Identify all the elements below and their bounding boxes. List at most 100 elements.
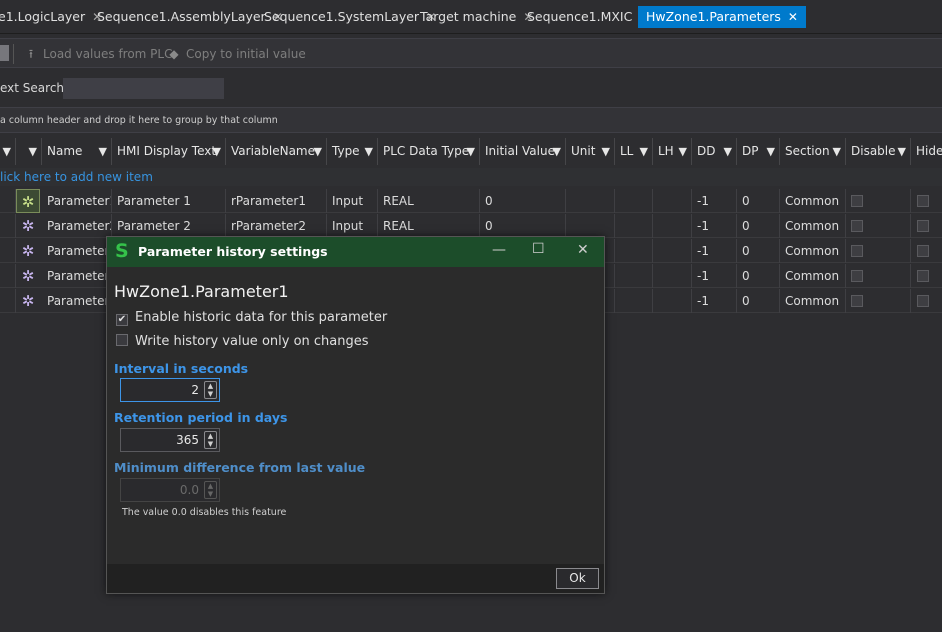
cell-initial[interactable]: 0: [480, 214, 566, 238]
tab-assemblylayer[interactable]: Sequence1.AssemblyLayer ✕: [97, 6, 283, 28]
hide-checkbox[interactable]: [917, 270, 929, 282]
cell-plc-type[interactable]: REAL: [378, 214, 480, 238]
row-indicator-cell[interactable]: [0, 189, 16, 213]
disable-checkbox[interactable]: [851, 295, 863, 307]
column-header-name[interactable]: Name ▼: [42, 138, 112, 165]
cell-type[interactable]: Input: [327, 214, 378, 238]
cell-dd[interactable]: -1: [692, 189, 737, 213]
column-header-lh[interactable]: LH ▼: [653, 138, 692, 165]
cell-variable[interactable]: rParameter1: [226, 189, 327, 213]
cell-section[interactable]: Common: [780, 189, 846, 213]
cell-ll[interactable]: [615, 289, 653, 313]
cell-name[interactable]: Parameter1: [42, 189, 112, 213]
tab-logiclayer[interactable]: e1.LogicLayer ✕: [0, 6, 102, 28]
column-header[interactable]: ▼: [0, 138, 16, 165]
tab-mxic[interactable]: Sequence1.MXIC✕: [527, 6, 649, 28]
history-settings-icon[interactable]: ✲: [16, 289, 40, 313]
history-settings-icon[interactable]: ✲: [16, 239, 40, 263]
filter-icon[interactable]: ▼: [553, 138, 561, 165]
column-header-plc-data-type[interactable]: PLC Data Type ▼: [378, 138, 480, 165]
column-header-unit[interactable]: Unit ▼: [566, 138, 615, 165]
cell-unit[interactable]: [566, 189, 615, 213]
disable-checkbox[interactable]: [851, 270, 863, 282]
disable-checkbox[interactable]: [851, 195, 863, 207]
hide-checkbox[interactable]: [917, 220, 929, 232]
stepper-arrows-icon[interactable]: ▲ ▼: [204, 481, 217, 499]
disable-checkbox[interactable]: [851, 245, 863, 257]
cell-name[interactable]: Parameter5: [42, 289, 112, 313]
column-header-ll[interactable]: LL ▼: [615, 138, 653, 165]
cell-dp[interactable]: 0: [737, 289, 780, 313]
row-indicator-cell[interactable]: [0, 214, 16, 238]
filter-icon[interactable]: ▼: [640, 138, 648, 165]
cell-dp[interactable]: 0: [737, 264, 780, 288]
cell-ll[interactable]: [615, 264, 653, 288]
cell-variable[interactable]: rParameter2: [226, 214, 327, 238]
table-row[interactable]: ✲ Parameter1 Parameter 1 rParameter1 Input RE…: [0, 189, 942, 213]
hide-checkbox[interactable]: [917, 195, 929, 207]
cell-hmi[interactable]: Parameter 2: [112, 214, 226, 238]
filter-icon[interactable]: ▼: [99, 138, 107, 165]
minimize-icon[interactable]: —: [492, 242, 506, 258]
filter-icon[interactable]: ▼: [833, 138, 841, 165]
cell-initial[interactable]: 0: [480, 189, 566, 213]
stepper-arrows-icon[interactable]: ▲ ▼: [204, 381, 217, 399]
cell-dp[interactable]: 0: [737, 239, 780, 263]
filter-icon[interactable]: ▼: [365, 138, 373, 165]
filter-icon[interactable]: ▼: [724, 138, 732, 165]
search-input[interactable]: [63, 78, 224, 99]
cell-dp[interactable]: 0: [737, 189, 780, 213]
maximize-icon[interactable]: ☐: [532, 241, 545, 257]
filter-icon[interactable]: ▼: [29, 138, 37, 165]
cell-type[interactable]: Input: [327, 189, 378, 213]
filter-icon[interactable]: ▼: [213, 138, 221, 165]
cell-section[interactable]: Common: [780, 214, 846, 238]
history-settings-icon[interactable]: ✲: [16, 189, 40, 213]
filter-icon[interactable]: ▼: [3, 138, 11, 165]
column-header-dp[interactable]: DP ▼: [737, 138, 780, 165]
row-indicator-cell[interactable]: [0, 239, 16, 263]
disable-checkbox[interactable]: [851, 220, 863, 232]
cell-dp[interactable]: 0: [737, 214, 780, 238]
cell-section[interactable]: Common: [780, 264, 846, 288]
close-icon[interactable]: ✕: [788, 6, 798, 28]
stepper-arrows-icon[interactable]: ▲ ▼: [204, 431, 217, 449]
cell-lh[interactable]: [653, 214, 692, 238]
filter-icon[interactable]: ▼: [467, 138, 475, 165]
cell-lh[interactable]: [653, 289, 692, 313]
column-header-hide[interactable]: Hide: [911, 138, 942, 165]
history-settings-icon[interactable]: ✲: [16, 214, 40, 238]
cell-plc-type[interactable]: REAL: [378, 189, 480, 213]
cell-dd[interactable]: -1: [692, 264, 737, 288]
cell-ll[interactable]: [615, 214, 653, 238]
cell-lh[interactable]: [653, 239, 692, 263]
filter-icon[interactable]: ▼: [314, 138, 322, 165]
retention-stepper[interactable]: 365 ▲ ▼: [120, 428, 220, 452]
save-icon[interactable]: [0, 45, 9, 61]
load-values-button[interactable]: ⭱ Load values from PLC: [23, 44, 173, 64]
cell-hmi[interactable]: Parameter 1: [112, 189, 226, 213]
hide-checkbox[interactable]: [917, 245, 929, 257]
interval-stepper[interactable]: 2 ▲ ▼: [120, 378, 220, 402]
column-header-initial-value[interactable]: Initial Value ▼: [480, 138, 566, 165]
column-header-disable[interactable]: Disable ▼: [846, 138, 911, 165]
cell-section[interactable]: Common: [780, 289, 846, 313]
close-icon[interactable]: ✕: [577, 242, 589, 258]
column-header-hmi[interactable]: HMI Display Text ▼: [112, 138, 226, 165]
hide-checkbox[interactable]: [917, 295, 929, 307]
cell-name[interactable]: Parameter2: [42, 214, 112, 238]
filter-icon[interactable]: ▼: [898, 138, 906, 165]
write-on-changes-checkbox[interactable]: Write history value only on changes: [116, 334, 369, 349]
tab-hwzone1-parameters[interactable]: HwZone1.Parameters ✕: [638, 6, 806, 28]
cell-dd[interactable]: -1: [692, 239, 737, 263]
cell-section[interactable]: Common: [780, 239, 846, 263]
cell-ll[interactable]: [615, 239, 653, 263]
column-header[interactable]: ▼: [16, 138, 42, 165]
cell-ll[interactable]: [615, 189, 653, 213]
cell-dd[interactable]: -1: [692, 214, 737, 238]
column-header-section[interactable]: Section ▼: [780, 138, 846, 165]
cell-unit[interactable]: [566, 214, 615, 238]
group-by-hint[interactable]: a column header and drop it here to grou…: [0, 107, 942, 133]
checkbox-checked-icon[interactable]: ✔: [116, 314, 128, 326]
filter-icon[interactable]: ▼: [767, 138, 775, 165]
